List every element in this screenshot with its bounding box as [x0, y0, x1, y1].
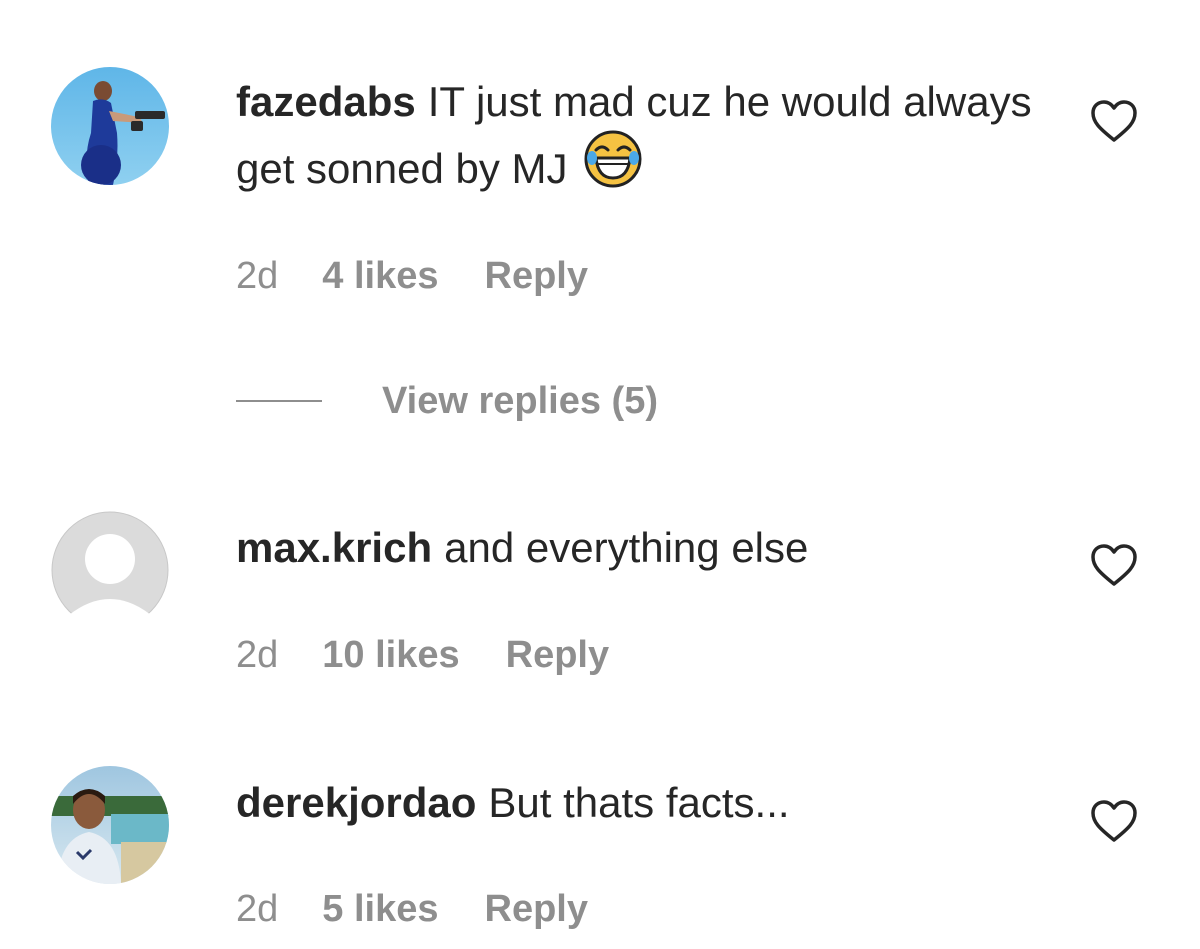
- avatar[interactable]: [51, 67, 169, 185]
- comment-likes[interactable]: 5 likes: [322, 888, 438, 931]
- reply-button[interactable]: Reply: [506, 634, 609, 677]
- view-replies-divider: [236, 400, 322, 402]
- comment-body: and everything else: [444, 524, 809, 571]
- comment-text: derekjordao But thats facts...: [236, 771, 1056, 835]
- laughing-emoji-icon: [584, 130, 642, 206]
- comment-time: 2d: [236, 633, 279, 676]
- avatar[interactable]: [51, 766, 169, 884]
- comment-meta: 2d 10 likes Reply: [236, 631, 609, 679]
- heart-icon[interactable]: [1089, 97, 1139, 147]
- comment-likes[interactable]: 4 likes: [322, 255, 438, 298]
- comment-time: 2d: [236, 887, 279, 930]
- comment-meta: 2d 5 likes Reply: [236, 885, 588, 933]
- comment-username[interactable]: fazedabs: [236, 78, 416, 125]
- view-replies-label: View replies (5): [382, 379, 658, 422]
- comment-text: fazedabs IT just mad cuz he would always …: [236, 70, 1056, 210]
- view-replies-button[interactable]: View replies (5): [236, 376, 658, 426]
- heart-icon[interactable]: [1089, 797, 1139, 847]
- comment-likes[interactable]: 10 likes: [322, 634, 459, 677]
- reply-button[interactable]: Reply: [485, 888, 588, 931]
- avatar[interactable]: [51, 511, 169, 629]
- comment-text: max.krich and everything else: [236, 516, 1056, 580]
- comment-meta: 2d 4 likes Reply: [236, 252, 588, 300]
- heart-icon[interactable]: [1089, 541, 1139, 591]
- comment-time: 2d: [236, 254, 279, 297]
- comment-username[interactable]: max.krich: [236, 524, 432, 571]
- comment-body: But thats facts...: [488, 779, 790, 826]
- reply-button[interactable]: Reply: [485, 255, 588, 298]
- comment-username[interactable]: derekjordao: [236, 779, 476, 826]
